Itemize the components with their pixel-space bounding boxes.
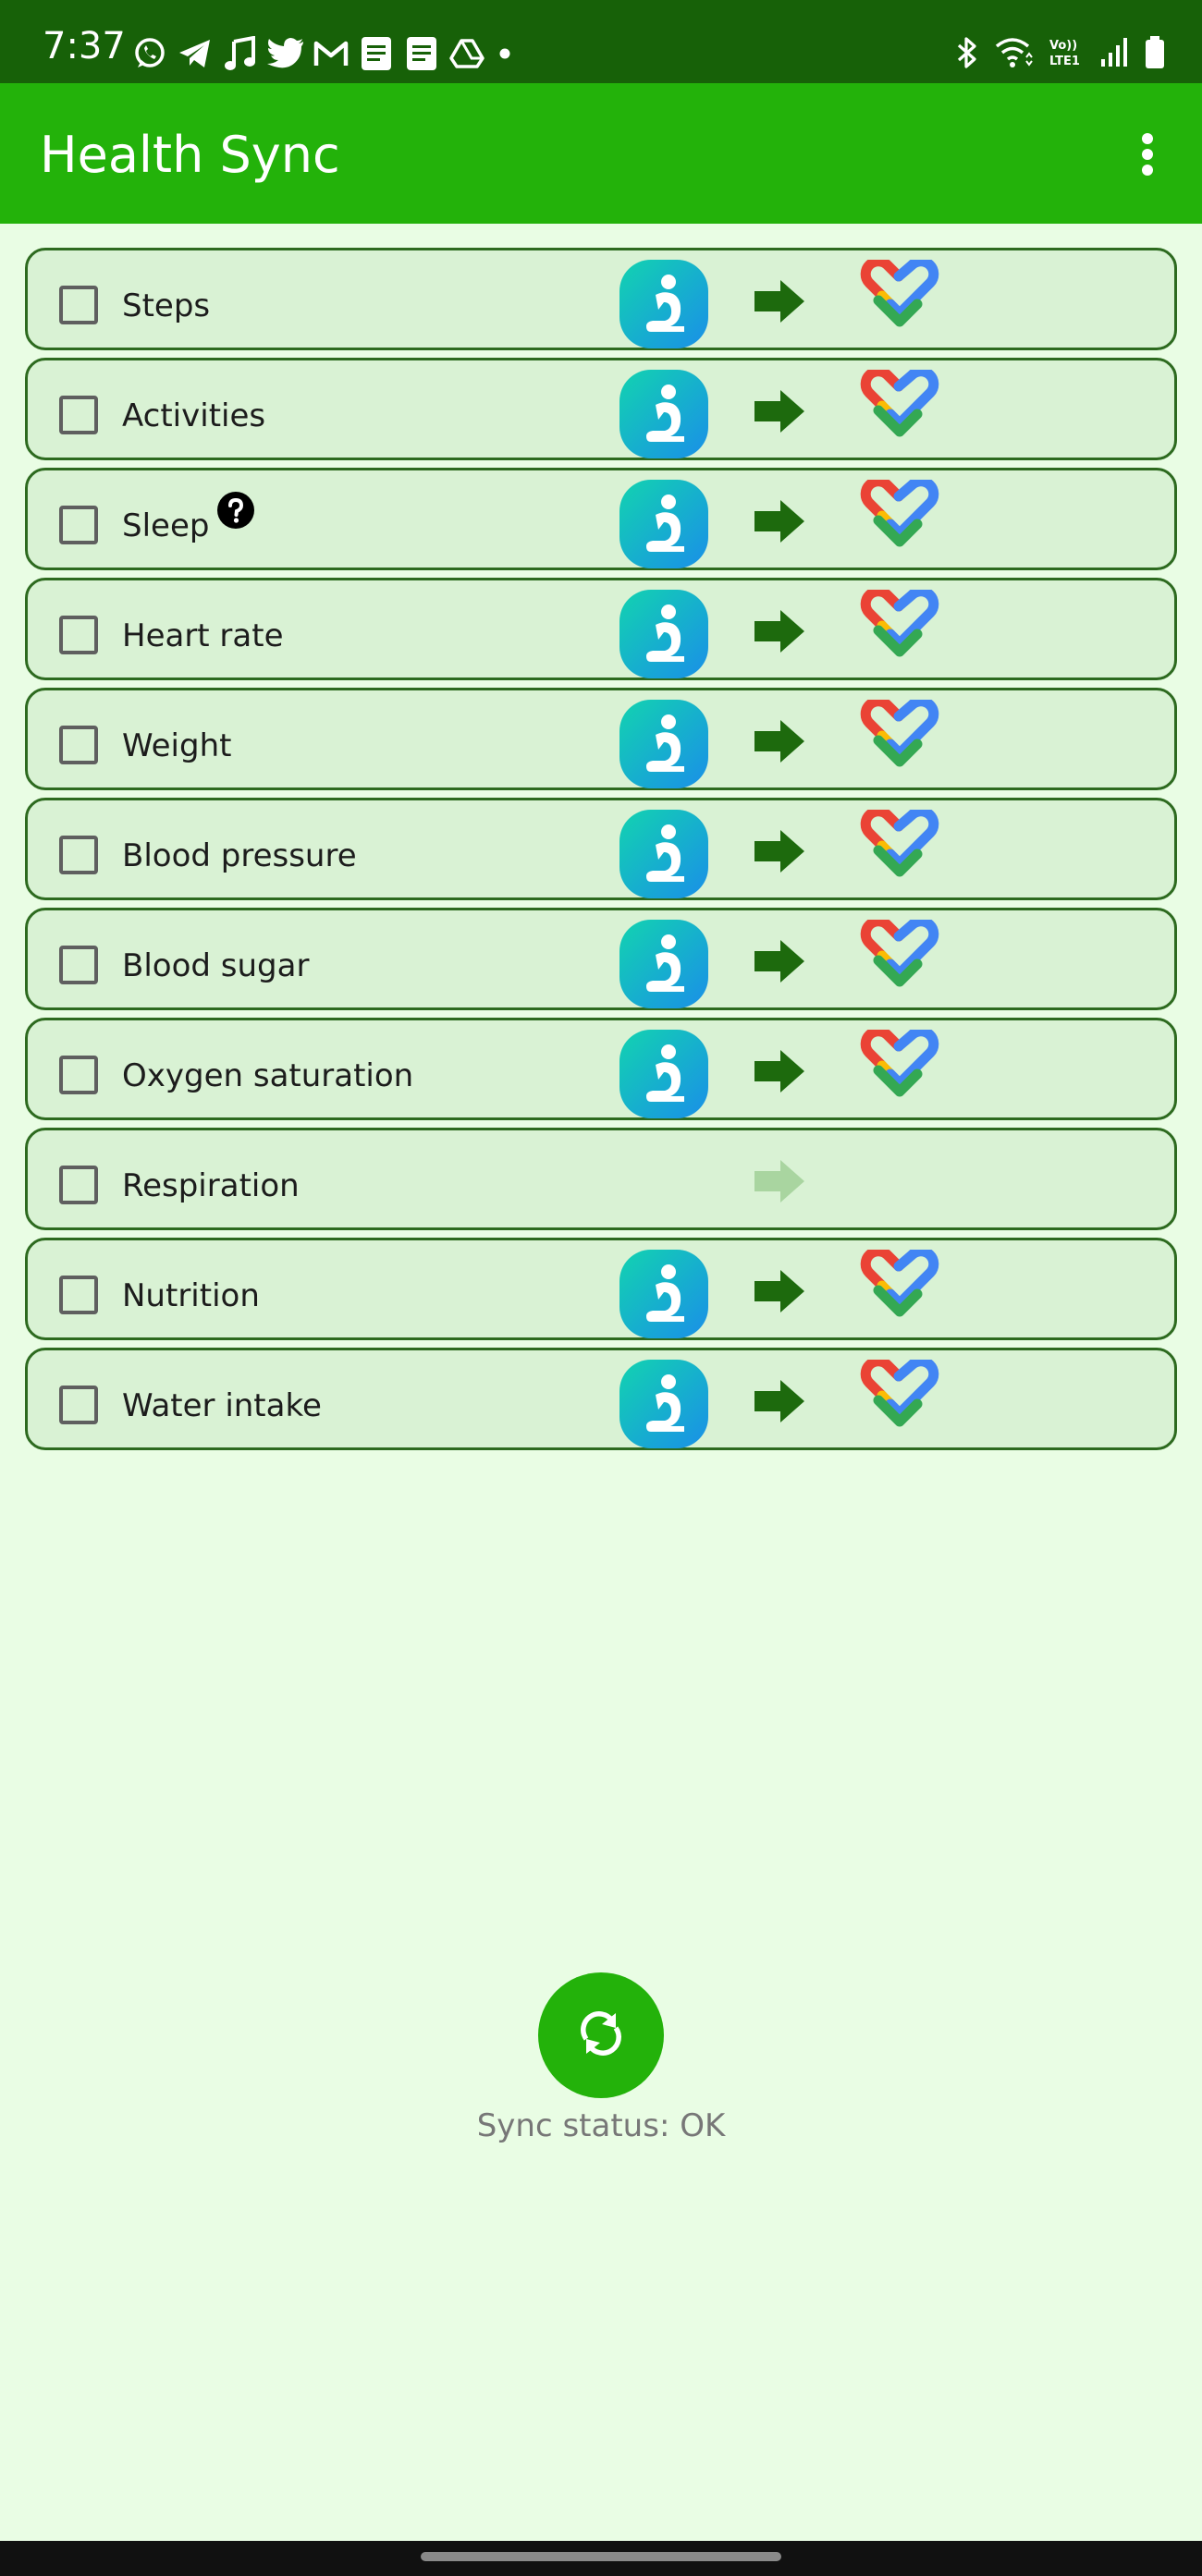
google-fit-icon [858,586,941,665]
arrow-right-icon [753,1158,806,1204]
row-label: Water intake [122,1387,322,1424]
twitter-icon [267,35,304,72]
google-fit-icon [858,916,941,995]
arrow-right-icon [753,1378,806,1424]
help-circle-icon[interactable] [216,491,255,530]
data-type-row-6[interactable]: Blood pressure [25,798,1177,900]
arrow-right-icon [753,938,806,984]
row-checkbox[interactable] [59,616,98,654]
samsung-health-icon [619,1250,708,1338]
bluetooth-icon [954,35,980,70]
google-fit-icon [858,1246,941,1325]
data-type-row-5[interactable]: Weight [25,688,1177,790]
arrow-right-icon [753,718,806,764]
row-checkbox[interactable] [59,1386,98,1424]
row-checkbox[interactable] [59,506,98,544]
data-type-row-11[interactable]: Water intake [25,1348,1177,1450]
samsung-health-icon [619,590,708,678]
row-checkbox[interactable] [59,946,98,984]
data-type-row-2[interactable]: Activities [25,358,1177,460]
data-type-row-1[interactable]: Steps [25,248,1177,350]
arrow-right-icon [753,278,806,324]
svg-text:LTE1: LTE1 [1049,55,1080,68]
data-type-row-8[interactable]: Oxygen saturation [25,1018,1177,1120]
whatsapp-icon [131,35,168,72]
status-clock: 7:37 [43,25,126,67]
sync-icon [573,2006,629,2065]
google-fit-icon [858,366,941,446]
app-title: Health Sync [40,126,340,184]
app-bar: Health Sync [0,83,1202,224]
row-checkbox[interactable] [59,726,98,764]
status-bar: 7:37 Vo)) LTE1 [0,0,1202,83]
navigation-bar [0,2541,1202,2576]
google-fit-icon [858,1356,941,1435]
row-label: Activities [122,397,266,434]
arrow-right-icon [753,608,806,654]
battery-icon [1145,36,1165,69]
row-label: Steps [122,287,211,324]
home-handle[interactable] [421,2552,781,2561]
google-fit-icon [858,696,941,775]
row-checkbox[interactable] [59,1276,98,1314]
data-type-row-3[interactable]: Sleep [25,468,1177,570]
samsung-health-icon [619,370,708,458]
music-note-icon [222,35,259,72]
samsung-health-icon [619,480,708,568]
row-label: Heart rate [122,617,284,654]
row-checkbox[interactable] [59,1056,98,1094]
row-checkbox[interactable] [59,396,98,434]
docs-icon [403,35,440,72]
wifi-icon [995,37,1034,68]
docs-icon [358,35,395,72]
more-vert-icon[interactable] [1117,124,1178,185]
row-label: Nutrition [122,1277,260,1314]
google-fit-icon [858,476,941,555]
gmail-icon [313,35,350,72]
google-fit-icon [858,806,941,885]
arrow-right-icon [753,828,806,874]
samsung-health-icon [619,920,708,1008]
arrow-right-icon [753,1048,806,1094]
arrow-right-icon [753,498,806,544]
row-label: Oxygen saturation [122,1057,414,1094]
data-type-list: Steps Activities Sleep Heart rate Weight… [25,248,1177,1458]
row-label: Blood pressure [122,837,357,874]
svg-text:Vo)): Vo)) [1049,39,1077,53]
sync-status: Sync status: OK [476,2107,726,2144]
drive-icon [448,35,485,72]
signal-icon [1100,37,1130,68]
arrow-right-icon [753,388,806,434]
row-checkbox[interactable] [59,1166,98,1204]
samsung-health-icon [619,1360,708,1448]
telegram-icon [177,35,214,72]
dot-icon [494,35,516,72]
sync-button[interactable] [538,1972,664,2098]
system-icons: Vo)) LTE1 [954,35,1165,70]
row-label: Sleep [122,507,210,544]
data-type-row-9[interactable]: Respiration [25,1128,1177,1230]
samsung-health-icon [619,810,708,898]
volte-icon: Vo)) LTE1 [1049,36,1085,69]
data-type-row-7[interactable]: Blood sugar [25,908,1177,1010]
samsung-health-icon [619,700,708,788]
google-fit-icon [858,256,941,336]
row-label: Weight [122,727,232,764]
samsung-health-icon [619,260,708,348]
arrow-right-icon [753,1268,806,1314]
row-label: Respiration [122,1167,300,1204]
row-label: Blood sugar [122,947,310,984]
row-checkbox[interactable] [59,286,98,324]
data-type-row-10[interactable]: Nutrition [25,1238,1177,1340]
google-fit-icon [858,1026,941,1105]
samsung-health-icon [619,1030,708,1118]
notification-icons [131,35,516,72]
row-checkbox[interactable] [59,836,98,874]
data-type-row-4[interactable]: Heart rate [25,578,1177,680]
